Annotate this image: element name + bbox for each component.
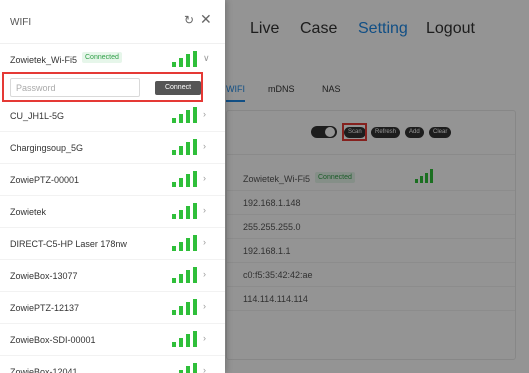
signal-icon xyxy=(172,203,197,219)
chevron-right-icon: › xyxy=(203,237,206,247)
network-name: Chargingsoup_5G xyxy=(10,143,84,153)
signal-icon xyxy=(179,363,197,373)
drawer-header: WIFI ↻ ✕ xyxy=(0,0,225,44)
wifi-drawer: WIFI ↻ ✕ Zowietek_Wi-Fi5 Connected ∨ Con… xyxy=(0,0,225,373)
chevron-right-icon: › xyxy=(203,141,206,151)
connect-button[interactable]: Connect xyxy=(155,81,201,95)
network-item[interactable]: ZowiePTZ-12137 › xyxy=(0,292,225,324)
password-row: Connect xyxy=(2,72,203,102)
chevron-right-icon: › xyxy=(203,269,206,279)
network-item[interactable]: Chargingsoup_5G › xyxy=(0,132,225,164)
signal-icon xyxy=(172,171,197,187)
signal-icon xyxy=(172,299,197,315)
drawer-title: WIFI xyxy=(10,17,32,28)
network-item[interactable]: ZowieBox-SDI-00001 › xyxy=(0,324,225,356)
close-icon[interactable]: ✕ xyxy=(200,12,212,26)
password-input[interactable] xyxy=(10,78,140,97)
chevron-right-icon: › xyxy=(203,109,206,119)
network-item[interactable]: DIRECT-C5-HP Laser 178nw › xyxy=(0,228,225,260)
network-name: ZowieBox-12041 xyxy=(10,367,78,373)
chevron-right-icon: › xyxy=(203,365,206,373)
chevron-down-icon: ∨ xyxy=(203,53,210,63)
network-name: ZowieBox-13077 xyxy=(10,271,78,281)
chevron-right-icon: › xyxy=(203,205,206,215)
network-name: ZowieBox-SDI-00001 xyxy=(10,335,96,345)
chevron-right-icon: › xyxy=(203,333,206,343)
chevron-right-icon: › xyxy=(203,173,206,183)
network-name: CU_JH1L-5G xyxy=(10,111,65,121)
network-name: DIRECT-C5-HP Laser 178nw xyxy=(10,239,127,249)
network-name: Zowietek_Wi-Fi5 xyxy=(10,55,78,65)
network-item[interactable]: Zowietek › xyxy=(0,196,225,228)
network-item[interactable]: CU_JH1L-5G › xyxy=(0,100,225,132)
signal-icon xyxy=(172,51,197,67)
network-name: ZowiePTZ-12137 xyxy=(10,303,80,313)
network-item[interactable]: ZowieBox-12041 › xyxy=(0,356,225,373)
signal-icon xyxy=(172,331,197,347)
chevron-right-icon: › xyxy=(203,301,206,311)
connected-badge: Connected xyxy=(82,52,122,63)
network-name: ZowiePTZ-00001 xyxy=(10,175,80,185)
signal-icon xyxy=(172,235,197,251)
network-item[interactable]: ZowiePTZ-00001 › xyxy=(0,164,225,196)
signal-icon xyxy=(172,107,197,123)
refresh-icon[interactable]: ↻ xyxy=(184,14,196,26)
signal-icon xyxy=(172,267,197,283)
signal-icon xyxy=(172,139,197,155)
network-name: Zowietek xyxy=(10,207,47,217)
network-item[interactable]: ZowieBox-13077 › xyxy=(0,260,225,292)
